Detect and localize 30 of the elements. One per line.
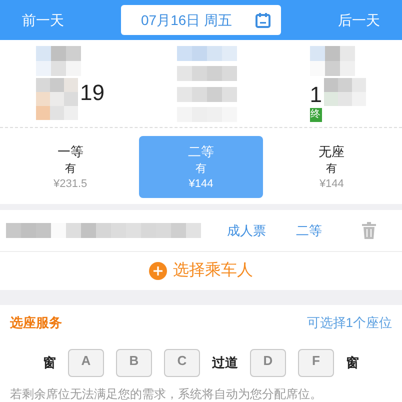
redacted-station xyxy=(36,46,81,76)
redacted-station xyxy=(310,46,355,76)
seat-row-label: 窗 xyxy=(43,354,56,372)
seat-option[interactable]: B xyxy=(116,348,152,376)
redacted-time xyxy=(36,78,78,120)
passenger-seat-class: 二等 xyxy=(296,222,322,240)
date-picker[interactable]: 07月16日 周五 xyxy=(121,5,281,35)
next-day-button[interactable]: 后一天 xyxy=(338,10,380,30)
seat-allocation-note: 若剩余席位无法满足您的需求，系统将自动为您分配席位。 xyxy=(10,386,323,402)
seat-option[interactable]: C xyxy=(164,348,200,376)
trash-icon[interactable] xyxy=(362,222,376,239)
seat-option[interactable]: D xyxy=(250,348,286,376)
seat-option[interactable]: A xyxy=(68,348,104,376)
arrival-time: 1 xyxy=(310,84,322,106)
ticket-type: 成人票 xyxy=(227,222,266,240)
seat-option[interactable]: F xyxy=(298,348,334,376)
seat-limit-hint: 可选择1个座位 xyxy=(306,314,392,332)
calendar-icon xyxy=(255,12,271,28)
seat-class-tab[interactable]: 二等 有 ¥144 xyxy=(138,136,264,198)
seat-class-tab[interactable]: 一等 有 ¥231.5 xyxy=(8,136,133,198)
redacted-time xyxy=(324,78,366,106)
previous-day-button[interactable]: 前一天 xyxy=(22,10,64,30)
seat-row-label: 过道 xyxy=(212,354,238,372)
add-passenger-button[interactable]: 选择乘车人 xyxy=(149,259,253,283)
seat-row-label: 窗 xyxy=(346,354,359,372)
plus-icon xyxy=(149,262,167,280)
departure-time: 19 xyxy=(80,82,104,104)
section-title: 选座服务 xyxy=(10,314,62,332)
terminal-badge: 终 xyxy=(310,108,322,122)
seat-class-tab[interactable]: 无座 有 ¥144 xyxy=(269,136,394,198)
